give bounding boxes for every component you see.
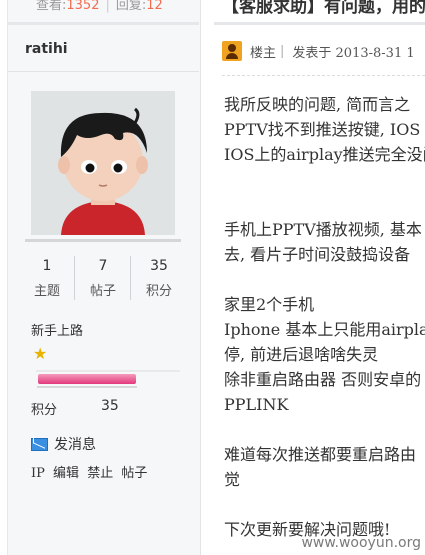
post-meta: 楼主 | 发表于 2013-8-31 1 — [222, 41, 415, 61]
avatar-divider — [25, 239, 181, 242]
content-line — [224, 492, 425, 517]
stat-posts-value: 7 — [98, 258, 108, 274]
thread-title: 【客服求助】有问题，用的 — [222, 0, 425, 17]
stat-threads-label: 主题 — [33, 284, 60, 299]
views-count: 1352 — [66, 0, 100, 13]
author-icon — [222, 41, 242, 61]
stat-posts[interactable]: 7 帖子 — [78, 258, 128, 299]
stat-points-label: 积分 — [145, 284, 172, 299]
posts-link[interactable]: 帖子 — [121, 466, 147, 481]
content-line — [224, 167, 425, 192]
avatar[interactable] — [31, 91, 175, 235]
send-message-link[interactable]: 发消息 — [31, 434, 96, 454]
send-message-label: 发消息 — [54, 437, 96, 453]
user-rank: 新手上路 — [31, 324, 84, 339]
watermark: www.wooyun.org — [301, 535, 421, 551]
content-line: 难道每次推送都要重启路由 — [224, 445, 417, 464]
stats-separator: | — [105, 0, 110, 13]
post-divider — [222, 75, 425, 76]
sidebar-divider — [7, 71, 199, 72]
replies-label: 回复: — [115, 0, 147, 13]
content-line — [224, 267, 425, 292]
meta-separator: | — [280, 43, 285, 59]
content-line: 我所反映的问题, 简而言之 — [224, 95, 411, 114]
stat-separator — [74, 256, 75, 300]
stat-points[interactable]: 35 积分 — [134, 258, 184, 299]
ip-link[interactable]: IP — [31, 466, 45, 481]
content-line: PPTV找不到推送按键, IOS — [224, 120, 421, 139]
content-line — [224, 417, 425, 442]
replies-count: 12 — [146, 0, 163, 13]
sidebar-divider — [7, 22, 199, 25]
stat-posts-label: 帖子 — [89, 284, 116, 299]
stat-points-value: 35 — [150, 258, 168, 274]
post-content: 我所反映的问题, 简而言之 PPTV找不到推送按键, IOS IOS上的airpla… — [224, 92, 425, 542]
stat-threads[interactable]: 1 主题 — [22, 258, 72, 299]
content-line: 停, 前进后退啥啥失灵 — [224, 345, 379, 364]
envelope-icon — [31, 437, 48, 451]
content-line: Iphone 基本上只能用airplay — [224, 320, 425, 339]
star-icon: ★ — [33, 344, 48, 363]
thread-stats: 查看:1352 | 回复:12 — [0, 0, 200, 18]
content-line: IOS上的airplay推送完全没问 — [224, 145, 425, 164]
views-label: 查看: — [36, 0, 67, 13]
content-line: PPLINK — [224, 395, 289, 414]
stat-separator — [130, 256, 131, 300]
progress-shadow — [37, 386, 137, 388]
admin-links: IP 编辑 禁止 帖子 — [31, 462, 151, 481]
content-line: 家里2个手机 — [224, 295, 315, 314]
author-role: 楼主 — [250, 45, 277, 61]
post-date: 发表于 2013-8-31 1 — [292, 45, 415, 61]
content-line: 除非重启路由器 否则安卓的 — [224, 370, 422, 389]
content-line: 手机上PPTV播放视频, 基本 — [224, 220, 422, 239]
content-line — [224, 192, 425, 217]
rank-progress-fill — [38, 374, 136, 384]
ban-link[interactable]: 禁止 — [87, 466, 113, 481]
stat-threads-value: 1 — [42, 258, 52, 274]
points-label: 积分 — [31, 403, 58, 418]
username-link[interactable]: ratihi — [25, 41, 68, 57]
edit-link[interactable]: 编辑 — [53, 466, 79, 481]
content-line: 去, 看片子时间没鼓捣设备 — [224, 245, 411, 264]
title-divider — [214, 22, 425, 25]
points-value: 35 — [101, 398, 119, 414]
content-line: 觉 — [224, 470, 241, 489]
